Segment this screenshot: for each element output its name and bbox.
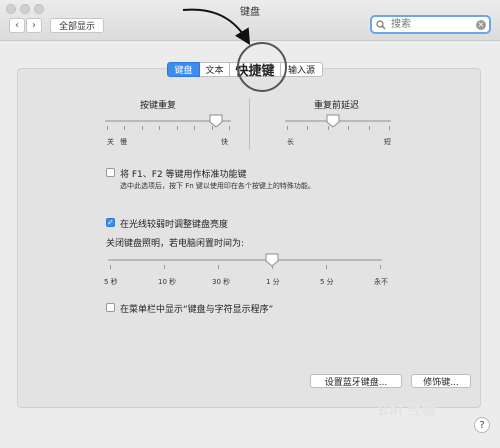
clear-search-icon[interactable]: ×: [476, 19, 486, 30]
key-repeat-slow-label: 慢: [120, 138, 127, 146]
brightness-checkbox[interactable]: ✓: [106, 218, 115, 227]
key-repeat-fast-label: 快: [221, 138, 228, 146]
tab-input-sources[interactable]: 输入源: [281, 62, 323, 77]
key-repeat-tick: [124, 126, 126, 130]
repeat-delay-short-label: 短: [384, 138, 391, 146]
backlight-tick-label: 30 秒: [212, 278, 231, 286]
repeat-delay-slider-thumb[interactable]: [326, 114, 340, 128]
backlight-track[interactable]: [108, 259, 382, 261]
key-repeat-off-label: 关: [107, 138, 114, 146]
menu-bar-checkbox[interactable]: [106, 303, 115, 312]
repeat-delay-tick: [307, 126, 309, 130]
forward-button[interactable]: ›: [26, 18, 42, 33]
modifier-keys-button[interactable]: 修饰键...: [411, 374, 471, 388]
show-all-button[interactable]: 全部显示: [50, 18, 104, 33]
key-repeat-tick: [176, 126, 178, 130]
repeat-delay-tick: [287, 126, 288, 130]
fn-keys-hint: 选中此选项后，按下 Fn 键以使用印在各个按键上的特殊功能。: [120, 182, 315, 190]
backlight-tick: [164, 265, 165, 269]
key-repeat-tick: [159, 126, 161, 130]
annotation-circle: [237, 42, 287, 92]
help-button[interactable]: ?: [474, 417, 490, 433]
key-repeat-title: 按键重复: [140, 101, 177, 111]
backlight-slider-thumb[interactable]: [265, 253, 279, 267]
repeat-delay-title: 重复前延迟: [314, 101, 360, 111]
backlight-tick-label: 10 秒: [158, 278, 177, 286]
backlight-tick: [326, 265, 327, 269]
key-repeat-tick: [107, 126, 108, 130]
back-button[interactable]: ‹: [9, 18, 25, 33]
watermark: Bai 经验: [378, 403, 436, 419]
backlight-tick-label: 永不: [374, 278, 388, 286]
backlight-tick: [110, 265, 111, 269]
repeat-delay-long-label: 长: [287, 138, 294, 146]
search-icon: [376, 19, 386, 29]
backlight-tick-label: 1 分: [266, 278, 280, 286]
search-field[interactable]: ×: [370, 15, 491, 34]
menu-bar-label[interactable]: 在菜单栏中显示“键盘与字符显示程序”: [120, 302, 273, 315]
key-repeat-tick: [194, 126, 196, 130]
backlight-tick-label: 5 分: [320, 278, 334, 286]
fn-keys-checkbox[interactable]: [106, 168, 115, 177]
repeat-delay-tick: [389, 126, 390, 130]
tab-text[interactable]: 文本: [200, 62, 230, 77]
repeat-delay-tick: [368, 126, 370, 130]
tab-keyboard[interactable]: 键盘: [167, 62, 200, 77]
backlight-title: 关闭键盘照明，若电脑闲置时间为:: [106, 239, 245, 249]
section-divider: [249, 98, 250, 150]
backlight-tick: [380, 265, 381, 269]
search-input[interactable]: [389, 18, 473, 31]
key-repeat-slider-thumb[interactable]: [209, 114, 223, 128]
repeat-delay-tick: [348, 126, 350, 130]
brightness-label[interactable]: 在光线较弱时调整键盘亮度: [120, 217, 228, 230]
key-repeat-tick: [141, 126, 143, 130]
backlight-tick: [218, 265, 219, 269]
setup-bluetooth-keyboard-button[interactable]: 设置蓝牙键盘...: [310, 374, 402, 388]
fn-keys-label[interactable]: 将 F1、F2 等键用作标准功能键: [120, 167, 247, 180]
key-repeat-tick: [229, 126, 230, 130]
backlight-tick-label: 5 秒: [104, 278, 118, 286]
